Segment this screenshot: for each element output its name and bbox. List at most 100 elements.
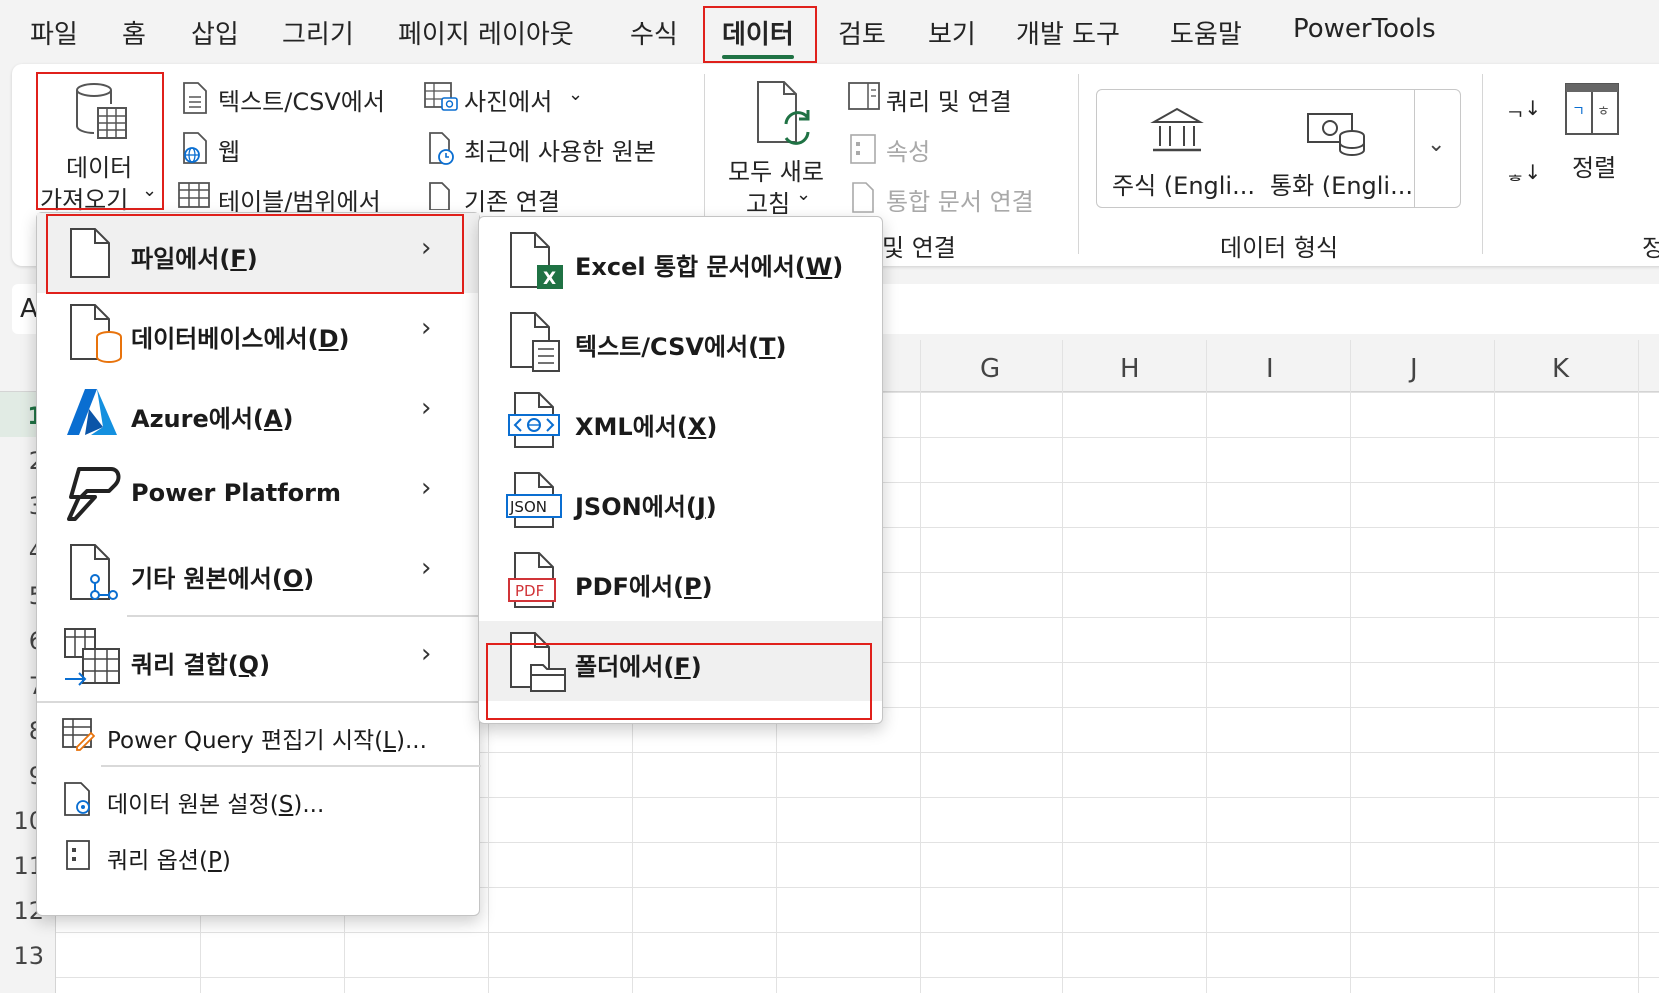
tab-powertools[interactable]: PowerTools: [1293, 14, 1436, 44]
menu-item-from-folder[interactable]: 폴더에서(F): [479, 621, 882, 701]
refresh-all-icon: [757, 81, 810, 145]
tab-formulas[interactable]: 수식: [630, 14, 678, 51]
chevron-right-icon: ›: [421, 233, 432, 263]
column-header-h[interactable]: H: [1120, 354, 1140, 384]
tab-insert[interactable]: 삽입: [191, 14, 239, 51]
tab-file[interactable]: 파일: [30, 14, 78, 51]
queries-connections-button[interactable]: 쿼리 및 연결: [886, 82, 1012, 117]
data-source-settings-label: 데이터 원본 설정(S)...: [107, 792, 325, 818]
from-xml-label: XML에서(X): [575, 413, 718, 441]
menu-item-combine-queries[interactable]: 쿼리 결합(Q) ›: [37, 619, 479, 699]
tab-draw[interactable]: 그리기: [282, 14, 354, 51]
menu-item-power-platform[interactable]: Power Platform ›: [37, 453, 479, 533]
tab-help[interactable]: 도움말: [1170, 14, 1242, 51]
tab-developer[interactable]: 개발 도구: [1016, 14, 1120, 51]
currencies-datatype-button[interactable]: 통화 (Engli...: [1270, 166, 1413, 201]
from-pdf-label: PDF에서(P): [575, 573, 713, 601]
sort-button[interactable]: 정렬: [1572, 148, 1616, 183]
properties-icon: [850, 134, 876, 164]
sort-descending-button[interactable]: ᇂ↓: [1506, 156, 1541, 185]
from-json-label: JSON에서(J): [575, 493, 717, 521]
menu-item-launch-power-query-editor[interactable]: Power Query 편집기 시작(L)...: [37, 705, 479, 763]
gridline-column: [1350, 340, 1351, 993]
power-platform-label: Power Platform: [131, 479, 341, 507]
recent-sources-button[interactable]: 최근에 사용한 원본: [464, 132, 656, 167]
menu-item-from-excel-workbook[interactable]: X Excel 통합 문서에서(W): [479, 221, 882, 301]
stocks-datatype-button[interactable]: 주식 (Engli...: [1112, 166, 1255, 201]
database-file-icon: [70, 304, 122, 363]
get-data-label-1: 데이터: [66, 154, 133, 182]
chevron-right-icon: ›: [421, 313, 432, 343]
folder-file-icon: [510, 632, 566, 692]
pdf-file-icon: PDF: [508, 552, 556, 608]
queries-connections-icon: [848, 82, 880, 110]
picture-table-icon: [424, 82, 458, 111]
excel-file-icon: X: [510, 232, 563, 289]
existing-connections-button[interactable]: 기존 연결: [464, 182, 560, 217]
tab-view[interactable]: 보기: [928, 14, 976, 51]
column-header-k[interactable]: K: [1552, 354, 1569, 384]
from-text-csv-label: 텍스트/CSV에서(T): [575, 333, 787, 361]
tab-home[interactable]: 홈: [122, 14, 146, 51]
text-file-icon: [183, 82, 207, 114]
menu-item-data-source-settings[interactable]: 데이터 원본 설정(S)...: [37, 769, 479, 827]
group-datatypes-label: 데이터 형식: [1220, 234, 1339, 262]
excel-badge-text: X: [543, 269, 556, 289]
refresh-all-label-2[interactable]: 고침: [746, 184, 790, 219]
power-platform-icon: [67, 467, 121, 521]
properties-button[interactable]: 속성: [886, 132, 930, 167]
recent-sources-icon: [429, 132, 454, 165]
from-text-csv-button[interactable]: 텍스트/CSV에서: [218, 82, 385, 117]
from-file-submenu: X Excel 통합 문서에서(W) 텍스트/CSV에서(T) XML에서(X)…: [478, 216, 883, 724]
web-file-icon: [183, 132, 207, 164]
chevron-down-icon: ⌄: [1427, 132, 1446, 157]
row-header[interactable]: 13: [0, 942, 44, 970]
column-header-i[interactable]: I: [1266, 354, 1274, 384]
from-web-button[interactable]: 웹: [218, 132, 240, 167]
tab-page-layout[interactable]: 페이지 레이아웃: [398, 14, 574, 51]
from-file-label: 파일에서(F): [131, 245, 258, 273]
menu-item-from-xml[interactable]: XML에서(X): [479, 381, 882, 461]
tab-review[interactable]: 검토: [838, 14, 886, 51]
xml-file-icon: [508, 392, 560, 448]
power-query-editor-label: Power Query 편집기 시작(L)...: [107, 728, 427, 754]
menu-item-from-other-sources[interactable]: 기타 원본에서(O) ›: [37, 533, 479, 613]
from-azure-label: Azure에서(A): [131, 405, 294, 433]
gridline-column: [1206, 340, 1207, 993]
gridline-column: [920, 340, 921, 993]
menu-item-from-json[interactable]: JSON JSON에서(J): [479, 461, 882, 541]
from-picture-button[interactable]: 사진에서: [464, 82, 552, 117]
edit-links-button[interactable]: 통합 문서 연결: [886, 182, 1034, 217]
chevron-right-icon: ›: [421, 473, 432, 503]
json-file-icon: JSON: [506, 472, 562, 528]
menu-item-from-pdf[interactable]: PDF PDF에서(P): [479, 541, 882, 621]
currencies-icon: [1307, 113, 1365, 157]
menu-item-from-database[interactable]: 데이터베이스에서(D) ›: [37, 293, 479, 373]
menu-item-from-text-csv[interactable]: 텍스트/CSV에서(T): [479, 301, 882, 381]
ribbon-separator: [1482, 74, 1483, 254]
menu-item-from-azure[interactable]: Azure에서(A) ›: [37, 373, 479, 453]
chevron-down-icon: ⌄: [568, 84, 584, 105]
combine-queries-icon: [64, 628, 120, 686]
sort-ascending-button[interactable]: ᆨ↓: [1506, 92, 1541, 121]
data-source-settings-icon: [64, 782, 90, 816]
group-partial-label: 정: [1642, 234, 1659, 262]
menu-item-query-options[interactable]: 쿼리 옵션(P): [37, 827, 479, 885]
column-header-g[interactable]: G: [980, 354, 1000, 384]
stocks-bank-icon: [1150, 107, 1204, 152]
get-data-button[interactable]: 데이터 가져오기 ⌄: [38, 74, 162, 214]
menu-item-from-file[interactable]: 파일에서(F) ›: [37, 213, 479, 293]
from-other-sources-label: 기타 원본에서(O): [131, 565, 315, 593]
from-folder-label: 폴더에서(F): [575, 653, 702, 681]
tab-data[interactable]: 데이터: [722, 14, 794, 59]
chevron-down-icon: ⌄: [796, 184, 812, 205]
column-header-j[interactable]: J: [1410, 354, 1418, 384]
menu-separator: [127, 615, 481, 617]
gallery-expand-button[interactable]: ⌄: [1414, 90, 1460, 207]
combine-queries-label: 쿼리 결합(Q): [131, 651, 271, 679]
query-options-icon: [66, 840, 90, 870]
gridline-row: [56, 977, 1659, 978]
refresh-all-label-1[interactable]: 모두 새로: [728, 152, 824, 187]
database-table-icon: [76, 83, 127, 139]
gridline-column: [1494, 340, 1495, 993]
